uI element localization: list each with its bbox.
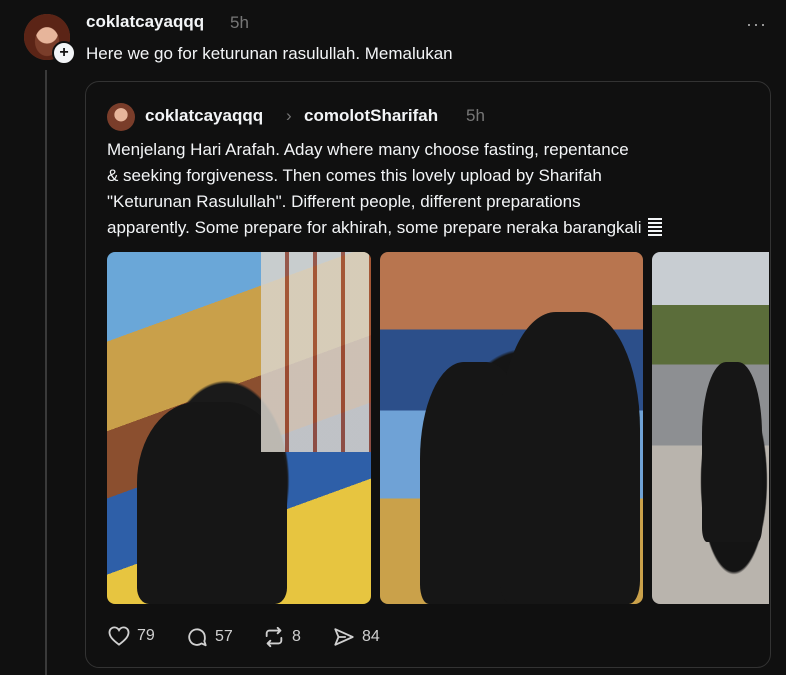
author-username[interactable]: coklatcayaqqq <box>86 12 204 32</box>
comment-icon <box>188 628 207 647</box>
post-time: 5h <box>230 13 249 32</box>
share-button[interactable]: 84 <box>333 626 380 648</box>
share-count: 84 <box>362 628 380 645</box>
heart-icon <box>108 626 130 646</box>
photo-street-walk[interactable] <box>652 252 769 604</box>
reply-chevron-icon: › <box>286 106 292 125</box>
send-icon <box>334 628 354 646</box>
photo-couple-graffiti[interactable] <box>380 252 643 604</box>
quoted-author-avatar[interactable] <box>107 103 135 131</box>
repost-button[interactable]: 8 <box>263 626 301 648</box>
lines-emoji-icon <box>647 218 662 236</box>
like-count: 79 <box>137 627 155 644</box>
thread-line <box>45 70 47 675</box>
like-button[interactable]: 79 <box>108 626 155 646</box>
more-options-icon[interactable]: ··· <box>746 14 767 35</box>
reply-to-username[interactable]: comolotSharifah <box>304 106 438 126</box>
quoted-username[interactable]: coklatcayaqqq <box>145 106 263 126</box>
quoted-post-body: Menjelang Hari Arafah. Aday where many c… <box>107 140 642 237</box>
reply-button[interactable]: 57 <box>186 626 233 648</box>
repost-count: 8 <box>292 628 301 645</box>
reply-count: 57 <box>215 628 233 645</box>
post-text: Here we go for keturunan rasulullah. Mem… <box>86 44 453 63</box>
follow-plus-icon[interactable]: + <box>52 41 76 65</box>
photo-graffiti-kiss[interactable] <box>107 252 371 604</box>
repost-icon <box>265 626 283 648</box>
quoted-post-time: 5h <box>466 106 485 125</box>
quoted-post-text: Menjelang Hari Arafah. Aday where many c… <box>107 137 757 241</box>
